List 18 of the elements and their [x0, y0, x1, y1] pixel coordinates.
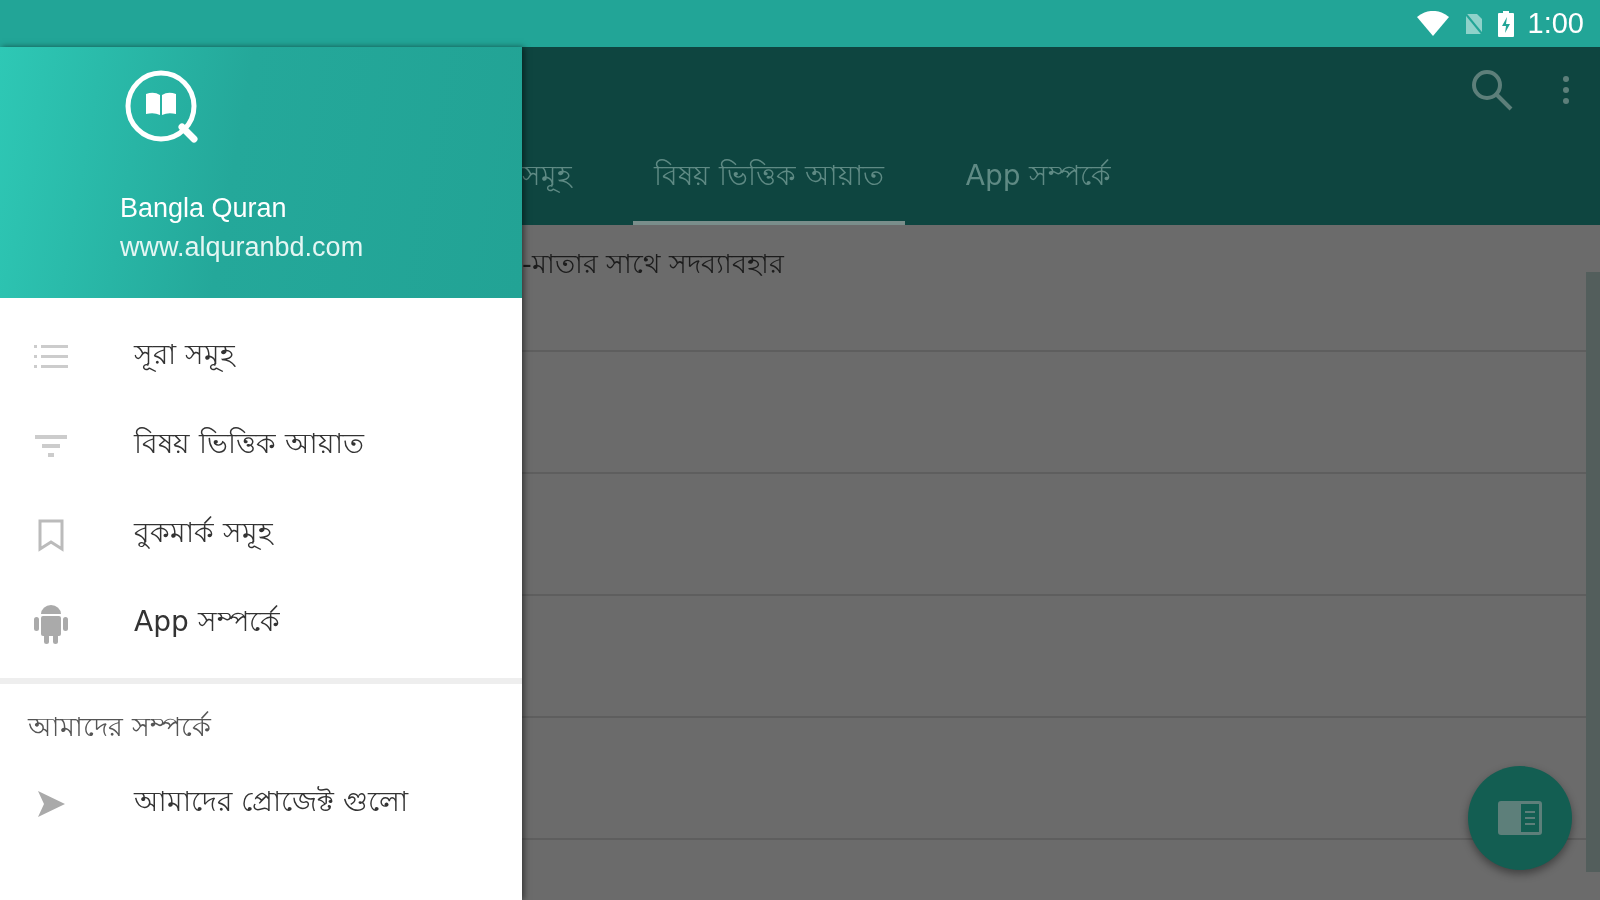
battery-icon — [1497, 10, 1514, 37]
drawer-item[interactable]: বুকমার্ক সমূহ — [134, 511, 273, 558]
drawer-item[interactable]: আমাদের প্রোজেক্ট গুলো — [134, 780, 408, 827]
reader-icon — [1497, 800, 1543, 836]
more-options-icon[interactable] — [1562, 75, 1570, 105]
play-icon — [36, 789, 66, 818]
drawer-item[interactable]: সূরা সমূহ — [134, 333, 235, 380]
app-name: Bangla Quran — [120, 193, 288, 224]
floating-action-button[interactable] — [1468, 766, 1572, 870]
filter-icon — [33, 432, 69, 459]
drawer-item[interactable]: বিষয় ভিত্তিক আয়াত — [134, 422, 364, 469]
bookmark-icon — [37, 517, 65, 552]
clock-time: 1:00 — [1527, 7, 1584, 40]
wifi-icon — [1415, 10, 1450, 37]
section-heading: আমাদের সম্পর্কে — [26, 710, 213, 744]
search-icon[interactable] — [1470, 68, 1514, 112]
drawer-item[interactable]: App সম্পর্কে — [134, 600, 280, 647]
no-sim-icon — [1463, 11, 1484, 36]
